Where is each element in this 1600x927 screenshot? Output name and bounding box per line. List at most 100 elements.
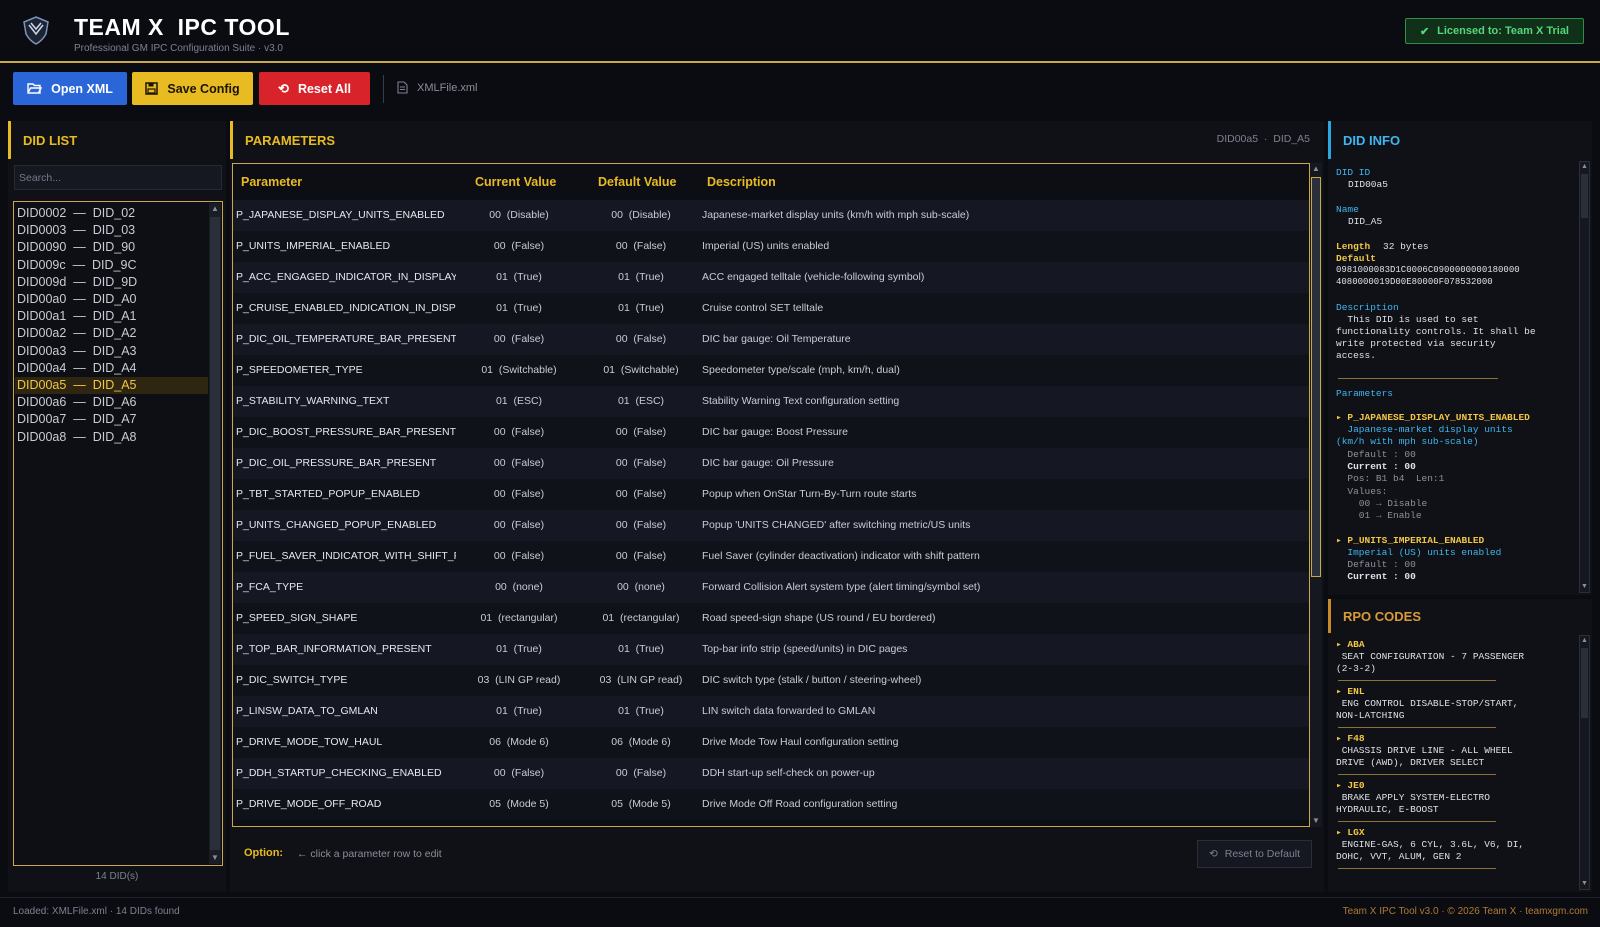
did-list-item[interactable]: DID00a7 — DID_A7 xyxy=(15,411,208,428)
did-search-input[interactable] xyxy=(14,165,222,190)
parameter-row[interactable]: P_CRUISE_ENABLED_INDICATION_IN_DISPLAY 01… xyxy=(233,293,1309,324)
reset-to-default-button[interactable]: ⟲ Reset to Default xyxy=(1197,840,1312,868)
default-value-cell: 01 (Switchable) xyxy=(603,364,679,376)
parameter-row[interactable]: P_TOP_BAR_INFORMATION_PRESENT 01 (True) 01… xyxy=(233,634,1309,665)
did-list-panel: DID LIST DID0002 — DID_02DID0003 — DID_0… xyxy=(8,121,226,892)
parameter-name-cell: P_TBT_STARTED_POPUP_ENABLED xyxy=(236,488,421,500)
parameter-row[interactable]: P_SPEEDOMETER_TYPE 01 (Switchable) 01 (Swi… xyxy=(233,355,1309,386)
did-list-item[interactable]: DID00a4 — DID_A4 xyxy=(15,360,208,377)
did-list-item[interactable]: DID009c — DID_9C xyxy=(15,257,208,274)
default-value-cell: 05 (Mode 5) xyxy=(611,798,671,810)
rpo-code: ▸ LGX xyxy=(1336,827,1365,838)
parameter-row[interactable]: P_DIC_OIL_PRESSURE_BAR_PRESENT 00 (False)… xyxy=(233,448,1309,479)
did-default-line-1: 0981000083D1C0006C0900000000180000 xyxy=(1336,265,1520,275)
parameter-row[interactable]: P_FCA_TYPE 00 (none) 00 (none) Forward Coll… xyxy=(233,572,1309,603)
did-list-scroll-thumb[interactable] xyxy=(210,217,220,850)
did-list-item[interactable]: DID00a1 — DID_A1 xyxy=(15,308,208,325)
did-list-item[interactable]: DID0003 — DID_03 xyxy=(15,222,208,239)
parameter-row[interactable]: P_DIC_OIL_TEMPERATURE_BAR_PRESENT 00 (Fal… xyxy=(233,324,1309,355)
default-value-cell: 01 (True) xyxy=(618,271,664,283)
parameter-row[interactable]: P_JAPANESE_DISPLAY_UNITS_ENABLED 00 (Disa… xyxy=(233,200,1309,231)
parameter-row[interactable]: P_ACC_ENGAGED_INDICATOR_IN_DISPLAY 01 (Tr… xyxy=(233,262,1309,293)
scroll-up-arrow-icon[interactable]: ▲ xyxy=(1580,636,1589,646)
parameter-row[interactable]: P_DIC_BOOST_PRESSURE_BAR_PRESENT 00 (Fals… xyxy=(233,417,1309,448)
did-list-scrollbar[interactable]: ▲ ▼ xyxy=(209,203,221,864)
did-list-item[interactable]: DID00a2 — DID_A2 xyxy=(15,325,208,342)
open-xml-button[interactable]: Open XML xyxy=(13,72,127,105)
did-list-item[interactable]: DID00a5 — DID_A5 xyxy=(15,377,208,394)
rpo-description-line: BRAKE APPLY SYSTEM-ELECTRO xyxy=(1336,792,1490,803)
rpo-description-line: SEAT CONFIGURATION - 7 PASSENGER xyxy=(1336,651,1525,662)
did-default-line-2: 4080000019D00E80000F078532000 xyxy=(1336,277,1493,287)
parameter-name-cell: P_DDH_STARTUP_CHECKING_ENABLED xyxy=(236,767,442,779)
did-list-item[interactable]: DID0002 — DID_02 xyxy=(15,205,208,222)
parameter-row[interactable]: P_FUEL_SAVER_INDICATOR_WITH_SHIFT_PATT 00… xyxy=(233,541,1309,572)
did-list-item[interactable]: DID0090 — DID_90 xyxy=(15,239,208,256)
parameter-name-cell: P_DRIVE_MODE_OFF_ROAD xyxy=(236,798,382,810)
did-listbox[interactable]: DID0002 — DID_02 DID0003 — DID_03 DID0090 … xyxy=(13,201,223,866)
scroll-down-arrow-icon[interactable]: ▼ xyxy=(1580,879,1589,889)
current-value-cell: 01 (Switchable) xyxy=(481,364,557,376)
parameter-row[interactable]: P_TBT_STARTED_POPUP_ENABLED 00 (False) 00 … xyxy=(233,479,1309,510)
parameter-row[interactable]: P_UNITS_IMPERIAL_ENABLED 00 (False) 00 (Fa… xyxy=(233,231,1309,262)
parameters-scroll-thumb[interactable] xyxy=(1311,177,1321,577)
parameter-row[interactable]: P_DRIVE_MODE_OFF_ROAD 05 (Mode 5) 05 (Mode… xyxy=(233,789,1309,820)
column-header-default-value: Default Value xyxy=(598,175,677,189)
parameter-row[interactable]: P_DDH_STARTUP_CHECKING_ENABLED 00 (False)… xyxy=(233,758,1309,789)
option-label: Option: xyxy=(244,847,284,859)
rpo-description-line: HYDRAULIC, E-BOOST xyxy=(1336,804,1439,815)
rpo-code: ▸ ABA xyxy=(1336,639,1365,650)
current-value-cell: 00 (False) xyxy=(493,488,545,500)
did-list-item[interactable]: DID00a8 — DID_A8 xyxy=(15,429,208,446)
parameter-name-cell: P_UNITS_CHANGED_POPUP_ENABLED xyxy=(236,519,437,531)
current-value-cell: 01 (True) xyxy=(496,705,542,717)
parameter-row[interactable]: P_DIC_SWITCH_TYPE 03 (LIN GP read) 03 (LIN… xyxy=(233,665,1309,696)
did-list-item[interactable]: DID00a6 — DID_A6 xyxy=(15,394,208,411)
rpo-codes-panel: RPO CODES ▸ ABA SEAT CONFIGURATION - 7 P… xyxy=(1328,599,1592,892)
did-id-label: DID ID xyxy=(1336,167,1371,178)
parameter-row[interactable]: P_SPEED_SIGN_SHAPE 01 (rectangular) 01 (re… xyxy=(233,603,1309,634)
description-cell: Stability Warning Text configuration set… xyxy=(702,395,900,407)
default-value-cell: 00 (False) xyxy=(615,426,667,438)
scroll-up-arrow-icon[interactable]: ▲ xyxy=(209,203,221,215)
info-param-name: ▸ P_UNITS_IMPERIAL_ENABLED xyxy=(1336,535,1485,546)
scroll-down-arrow-icon[interactable]: ▼ xyxy=(209,852,221,864)
scroll-down-arrow-icon[interactable]: ▼ xyxy=(1580,582,1589,592)
rpo-codes-scrollbar[interactable]: ▲ ▼ xyxy=(1579,635,1590,890)
current-value-cell: 01 (ESC) xyxy=(495,395,543,407)
did-info-scrollbar[interactable]: ▲ ▼ xyxy=(1579,161,1590,593)
parameter-row[interactable]: P_DRIVE_MODE_TOW_HAUL 06 (Mode 6) 06 (Mode… xyxy=(233,727,1309,758)
current-value-cell: 00 (none) xyxy=(495,581,543,593)
parameter-row[interactable]: P_STABILITY_WARNING_TEXT 01 (ESC) 01 (ESC)… xyxy=(233,386,1309,417)
rpo-description-line: CHASSIS DRIVE LINE - ALL WHEEL xyxy=(1336,745,1513,756)
did-list-item[interactable]: DID00a3 — DID_A3 xyxy=(15,343,208,360)
did-list-item[interactable]: DID009d — DID_9D xyxy=(15,274,208,291)
save-config-button[interactable]: Save Config xyxy=(132,72,253,105)
toolbar-separator xyxy=(383,75,384,103)
did-length-label: Length xyxy=(1336,241,1371,252)
reset-all-button[interactable]: ⟲ Reset All xyxy=(259,72,370,105)
current-value-cell: 00 (False) xyxy=(493,519,545,531)
info-param-desc: (km/h with mph sub-scale) xyxy=(1336,436,1479,447)
rpo-divider xyxy=(1338,680,1496,681)
scroll-up-arrow-icon[interactable]: ▲ xyxy=(1310,163,1322,175)
description-cell: ACC engaged telltale (vehicle-following … xyxy=(702,271,925,283)
current-value-cell: 03 (LIN GP read) xyxy=(477,674,561,686)
parameter-row[interactable]: P_UNITS_CHANGED_POPUP_ENABLED 00 (False) 0… xyxy=(233,510,1309,541)
toolbar: Open XML Save Config ⟲ Reset All XMLFile… xyxy=(0,65,1600,115)
file-icon xyxy=(397,81,408,94)
scroll-up-arrow-icon[interactable]: ▲ xyxy=(1580,162,1589,172)
rpo-scroll-thumb[interactable] xyxy=(1581,648,1588,718)
current-file-indicator: XMLFile.xml xyxy=(397,81,478,94)
description-cell: Top-bar info strip (speed/units) in DIC … xyxy=(702,643,908,655)
current-value-cell: 01 (True) xyxy=(496,271,542,283)
status-right-text: Team X IPC Tool v3.0 · © 2026 Team X · t… xyxy=(1342,906,1588,917)
scroll-down-arrow-icon[interactable]: ▼ xyxy=(1310,815,1322,827)
parameter-row[interactable]: P_LINSW_DATA_TO_GMLAN 01 (True) 01 (True) L… xyxy=(233,696,1309,727)
current-value-cell: 05 (Mode 5) xyxy=(489,798,549,810)
parameters-scrollbar[interactable]: ▲ ▼ xyxy=(1310,163,1322,827)
parameter-name-cell: P_STABILITY_WARNING_TEXT xyxy=(236,395,390,407)
did-list-item[interactable]: DID00a0 — DID_A0 xyxy=(15,291,208,308)
current-value-cell: 06 (Mode 6) xyxy=(489,736,549,748)
did-info-scroll-thumb[interactable] xyxy=(1581,174,1588,218)
